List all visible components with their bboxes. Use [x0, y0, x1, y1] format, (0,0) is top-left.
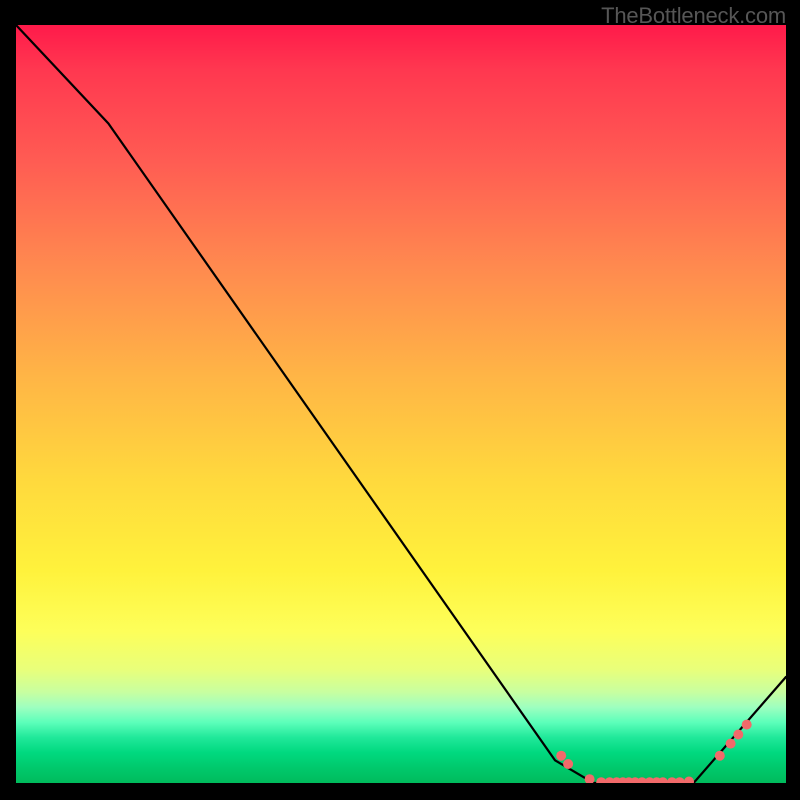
- marker-dot: [667, 777, 677, 783]
- chart-frame: TheBottleneck.com: [0, 0, 800, 800]
- marker-dot: [652, 777, 662, 783]
- marker-dot: [733, 730, 743, 740]
- curve-line: [16, 25, 786, 783]
- marker-dot: [624, 777, 634, 783]
- chart-svg: [16, 25, 786, 783]
- marker-dot: [715, 751, 725, 761]
- curve-path-group: [16, 25, 786, 783]
- marker-dot: [596, 777, 606, 783]
- watermark-text: TheBottleneck.com: [601, 3, 786, 29]
- marker-dot: [726, 739, 736, 749]
- marker-dot: [658, 777, 668, 783]
- marker-dot: [684, 777, 694, 784]
- marker-dot: [637, 777, 647, 783]
- marker-dot: [645, 777, 655, 783]
- marker-dot: [585, 774, 595, 783]
- marker-dot: [618, 777, 628, 783]
- marker-dot: [675, 777, 685, 783]
- chart-plot-area: [16, 25, 786, 783]
- curve-markers: [556, 720, 752, 783]
- marker-dot: [630, 777, 640, 783]
- marker-dot: [556, 751, 566, 761]
- marker-dot: [742, 720, 752, 730]
- marker-dot: [612, 777, 622, 783]
- marker-dot: [605, 777, 615, 783]
- marker-dot: [563, 759, 573, 769]
